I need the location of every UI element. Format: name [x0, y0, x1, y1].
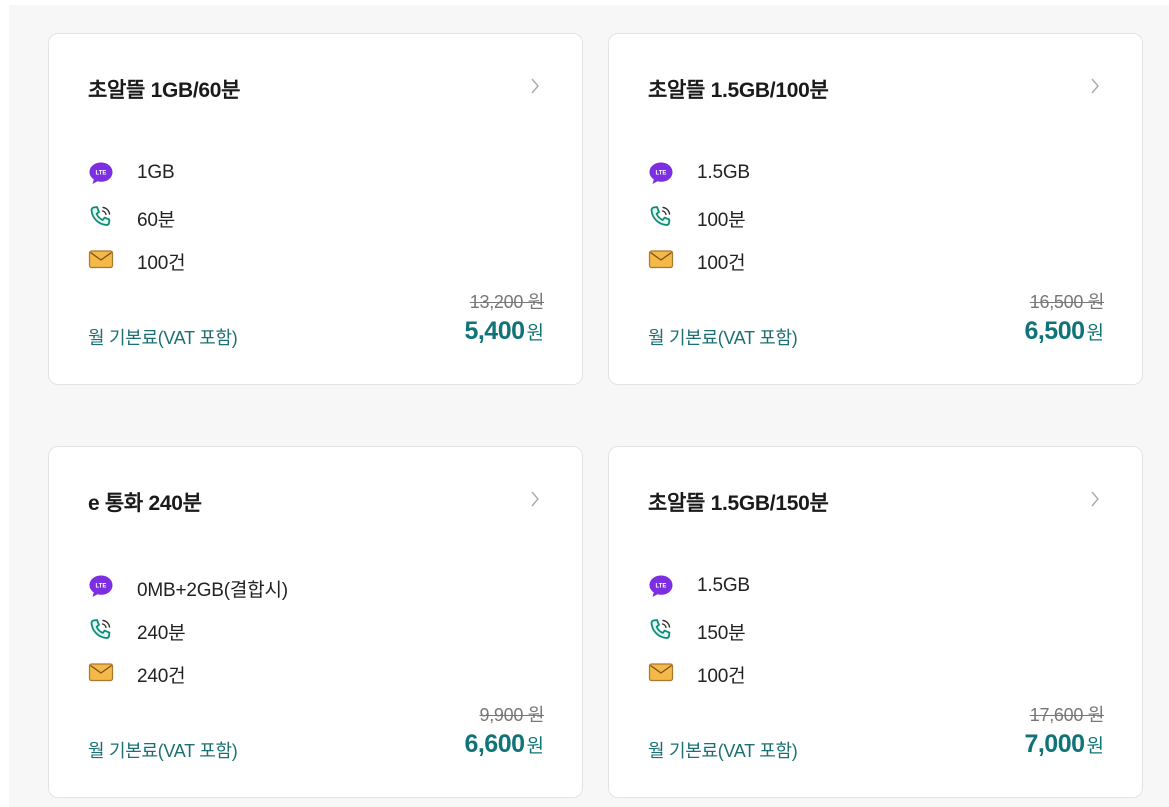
lte-badge-text: LTE — [656, 584, 667, 590]
plan-title: 초알뜰 1.5GB/100분 — [648, 79, 829, 102]
data-amount: 1.5GB — [697, 575, 750, 596]
feature-sms: 100건 — [88, 244, 488, 274]
chevron-right-icon[interactable] — [525, 76, 545, 96]
chevron-right-icon[interactable] — [525, 489, 545, 509]
feature-voice: 240분 — [88, 614, 488, 644]
plan-card[interactable]: 초알뜰 1.5GB/150분 LTE 1.5GB 150분 100건 17,60… — [608, 446, 1143, 798]
feature-voice: 60분 — [88, 201, 488, 231]
feature-sms: 240건 — [88, 657, 488, 687]
lte-icon: LTE — [649, 575, 673, 597]
feature-data: LTE 1.5GB — [648, 571, 1048, 601]
sms-count: 100건 — [137, 253, 186, 274]
lte-badge-text: LTE — [656, 171, 667, 177]
monthly-fee-label: 월 기본료(VAT 포함) — [88, 741, 238, 761]
plan-card[interactable]: e 통화 240분 LTE 0MB+2GB(결합시) 240분 240건 9,9… — [48, 446, 583, 798]
feature-data: LTE 1GB — [88, 158, 488, 188]
chevron-right-icon[interactable] — [1085, 489, 1105, 509]
envelope-icon — [88, 663, 114, 682]
feature-voice: 100분 — [648, 201, 1048, 231]
discount-price: 7,000 원 — [1024, 730, 1104, 759]
plan-title: 초알뜰 1GB/60분 — [88, 79, 241, 102]
original-price: 9,900 원 — [479, 705, 544, 725]
feature-sms: 100건 — [648, 657, 1048, 687]
plan-card[interactable]: 초알뜰 1.5GB/100분 LTE 1.5GB 100분 100건 16,50… — [608, 33, 1143, 385]
monthly-fee-label: 월 기본료(VAT 포함) — [648, 741, 798, 761]
monthly-fee-label: 월 기본료(VAT 포함) — [88, 328, 238, 348]
discount-price: 6,500 원 — [1024, 317, 1104, 346]
price-unit: 원 — [526, 736, 544, 757]
original-price: 17,600 원 — [1029, 705, 1105, 725]
sms-count: 240건 — [137, 666, 186, 687]
lte-icon: LTE — [89, 575, 113, 597]
monthly-fee-label: 월 기본료(VAT 포함) — [648, 328, 798, 348]
envelope-icon — [648, 250, 674, 269]
data-amount: 1.5GB — [697, 162, 750, 183]
lte-icon: LTE — [89, 162, 113, 184]
sms-count: 100건 — [697, 253, 746, 274]
sms-count: 100건 — [697, 666, 746, 687]
feature-sms: 100건 — [648, 244, 1048, 274]
price-value: 7,000 — [1024, 730, 1085, 758]
chevron-right-icon[interactable] — [1085, 76, 1105, 96]
price-value: 6,500 — [1024, 317, 1085, 345]
voice-minutes: 150분 — [697, 623, 746, 644]
lte-badge-text: LTE — [96, 171, 107, 177]
discount-price: 5,400 원 — [464, 317, 544, 346]
envelope-icon — [88, 250, 114, 269]
price-unit: 원 — [1086, 736, 1104, 757]
plan-card[interactable]: 초알뜰 1GB/60분 LTE 1GB 60분 100건 13,200 원 월 … — [48, 33, 583, 385]
phone-icon — [650, 619, 671, 639]
feature-voice: 150분 — [648, 614, 1048, 644]
plan-title: 초알뜰 1.5GB/150분 — [648, 492, 829, 515]
feature-data: LTE 0MB+2GB(결합시) — [88, 571, 488, 601]
price-unit: 원 — [526, 323, 544, 344]
lte-badge-text: LTE — [96, 584, 107, 590]
voice-minutes: 240분 — [137, 623, 186, 644]
voice-minutes: 60분 — [137, 210, 176, 231]
discount-price: 6,600 원 — [464, 730, 544, 759]
data-amount: 0MB+2GB(결합시) — [137, 580, 288, 601]
price-value: 6,600 — [464, 730, 525, 758]
phone-icon — [90, 206, 111, 226]
data-amount: 1GB — [137, 162, 175, 183]
envelope-icon — [648, 663, 674, 682]
plan-title: e 통화 240분 — [88, 492, 202, 515]
price-unit: 원 — [1086, 323, 1104, 344]
voice-minutes: 100분 — [697, 210, 746, 231]
phone-icon — [650, 206, 671, 226]
feature-data: LTE 1.5GB — [648, 158, 1048, 188]
original-price: 16,500 원 — [1029, 292, 1105, 312]
original-price: 13,200 원 — [469, 292, 545, 312]
lte-icon: LTE — [649, 162, 673, 184]
price-value: 5,400 — [464, 317, 525, 345]
phone-icon — [90, 619, 111, 639]
